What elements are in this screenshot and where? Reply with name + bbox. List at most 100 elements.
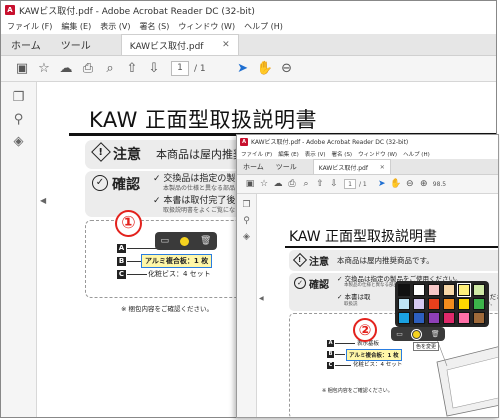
color-swatch[interactable] bbox=[413, 312, 425, 324]
menu-view[interactable]: 表示 (V) bbox=[305, 150, 326, 158]
panel-collapse-icon[interactable]: ◀ bbox=[40, 196, 46, 205]
color-swatch[interactable] bbox=[458, 312, 470, 324]
zoom-out-icon[interactable]: ⊖ bbox=[403, 179, 417, 189]
zoom-out-icon[interactable]: ⊖ bbox=[276, 61, 298, 76]
save-icon[interactable]: ▣ bbox=[11, 61, 33, 76]
bullet-2: ✓ 本書は取 bbox=[337, 291, 371, 301]
part-c-text: 化粧ビス：4 セット bbox=[353, 362, 403, 368]
color-picker-button[interactable] bbox=[180, 236, 190, 246]
color-swatch[interactable] bbox=[443, 284, 455, 296]
layers-icon[interactable]: ◈ bbox=[1, 134, 36, 149]
menu-window[interactable]: ウィンドウ (W) bbox=[178, 21, 235, 32]
trash-icon[interactable]: 🗑 bbox=[431, 330, 440, 338]
menu-file[interactable]: ファイル (F) bbox=[241, 150, 272, 158]
tab-home[interactable]: ホーム bbox=[237, 159, 270, 174]
page-number-input[interactable]: 1 bbox=[171, 61, 189, 76]
comment-icon[interactable]: ▭ bbox=[161, 236, 170, 246]
part-letter-a: A bbox=[117, 244, 126, 253]
color-swatch[interactable] bbox=[473, 298, 485, 310]
print-icon[interactable]: ⎙ bbox=[77, 61, 99, 76]
tab-document-label: KAWビス取付.pdf bbox=[129, 41, 204, 52]
color-swatch[interactable] bbox=[458, 298, 470, 310]
pdf-app-icon: A bbox=[240, 137, 248, 146]
navigation-panel: ❐ ⚲ ◈ bbox=[237, 194, 257, 417]
page-total: / 1 bbox=[194, 63, 206, 74]
doc-title: KAW 正面型取扱説明書 bbox=[89, 108, 318, 132]
page-up-icon[interactable]: ⇧ bbox=[313, 179, 327, 189]
color-swatch[interactable] bbox=[473, 312, 485, 324]
menu-sign[interactable]: 署名 (S) bbox=[140, 21, 170, 32]
menu-view[interactable]: 表示 (V) bbox=[100, 21, 130, 32]
menu-sign[interactable]: 署名 (S) bbox=[332, 150, 353, 158]
color-swatch[interactable] bbox=[398, 312, 410, 324]
hand-tool-icon[interactable]: ✋ bbox=[254, 61, 276, 76]
attachment-icon[interactable]: ⚲ bbox=[1, 112, 36, 127]
comment-icon[interactable]: ▭ bbox=[396, 330, 403, 338]
page-thumbnails-icon[interactable]: ❐ bbox=[237, 200, 256, 210]
close-tab-icon[interactable]: ✕ bbox=[222, 40, 230, 50]
zoom-level[interactable]: 98.5 bbox=[433, 181, 446, 188]
bullet-mark: ✓ bbox=[337, 293, 345, 301]
menu-file[interactable]: ファイル (F) bbox=[7, 21, 52, 32]
page-up-icon[interactable]: ⇧ bbox=[121, 61, 143, 76]
bookmark-star-icon[interactable]: ☆ bbox=[33, 61, 55, 76]
color-swatch[interactable] bbox=[398, 298, 410, 310]
color-swatch[interactable] bbox=[443, 298, 455, 310]
color-swatch[interactable] bbox=[428, 284, 440, 296]
confirm-label: 確認 bbox=[112, 177, 140, 193]
title-rule bbox=[285, 246, 498, 248]
part-letter-b: B bbox=[117, 257, 126, 266]
leader-line-b bbox=[335, 354, 345, 355]
upload-cloud-icon[interactable]: ☁ bbox=[271, 179, 285, 189]
save-icon[interactable]: ▣ bbox=[243, 179, 257, 189]
color-swatch[interactable] bbox=[413, 284, 425, 296]
panel-collapse-icon[interactable]: ◀ bbox=[259, 295, 264, 302]
menu-help[interactable]: ヘルプ (H) bbox=[403, 150, 430, 158]
menu-window[interactable]: ウィンドウ (W) bbox=[358, 150, 397, 158]
color-swatch[interactable] bbox=[473, 284, 485, 296]
page-number-input[interactable]: 1 bbox=[344, 179, 356, 189]
color-swatch[interactable] bbox=[428, 312, 440, 324]
color-picker-button[interactable] bbox=[411, 328, 423, 340]
color-swatch[interactable] bbox=[457, 283, 471, 297]
attachment-icon[interactable]: ⚲ bbox=[237, 216, 256, 226]
menu-bar: ファイル (F) 編集 (E) 表示 (V) 署名 (S) ウィンドウ (W) … bbox=[1, 19, 496, 34]
hand-tool-icon[interactable]: ✋ bbox=[389, 179, 403, 189]
notice-text: 本商品は屋内推奨商品です。 bbox=[337, 256, 434, 265]
search-icon[interactable]: ⌕ bbox=[299, 179, 313, 189]
select-cursor-icon[interactable]: ➤ bbox=[232, 61, 254, 76]
part-letter-c: C bbox=[117, 270, 126, 279]
pdf-app-icon: A bbox=[5, 5, 15, 15]
select-cursor-icon[interactable]: ➤ bbox=[375, 179, 389, 189]
tab-home[interactable]: ホーム bbox=[1, 34, 51, 55]
close-tab-icon[interactable]: ✕ bbox=[380, 164, 385, 171]
annotation-popup-toolbar: ▭ 🗑 bbox=[155, 232, 217, 250]
color-swatch[interactable] bbox=[428, 298, 440, 310]
bookmark-star-icon[interactable]: ☆ bbox=[257, 179, 271, 189]
color-swatch[interactable] bbox=[443, 312, 455, 324]
part-letter-c: C bbox=[327, 362, 334, 369]
color-swatch[interactable] bbox=[398, 284, 410, 296]
page-thumbnails-icon[interactable]: ❐ bbox=[1, 90, 36, 105]
notice-text: 本商品は屋内推奨 bbox=[156, 148, 244, 161]
trash-icon[interactable]: 🗑 bbox=[200, 236, 211, 246]
tab-tools[interactable]: ツール bbox=[270, 159, 303, 174]
tab-tools[interactable]: ツール bbox=[51, 34, 101, 55]
zoom-in-icon[interactable]: ⊕ bbox=[417, 179, 431, 189]
search-icon[interactable]: ⌕ bbox=[99, 61, 121, 76]
menu-edit[interactable]: 編集 (E) bbox=[61, 21, 91, 32]
page-down-icon[interactable]: ⇩ bbox=[327, 179, 341, 189]
tab-document[interactable]: KAWビス取付.pdf ✕ bbox=[120, 34, 239, 55]
highlighted-text-annotation[interactable]: アルミ複合板：1 枚 bbox=[141, 254, 213, 268]
upload-cloud-icon[interactable]: ☁ bbox=[55, 61, 77, 76]
print-icon[interactable]: ⎙ bbox=[285, 179, 299, 189]
page-down-icon[interactable]: ⇩ bbox=[143, 61, 165, 76]
menu-help[interactable]: ヘルプ (H) bbox=[244, 21, 283, 32]
bullet-mark: ✓ bbox=[153, 174, 164, 184]
tab-document[interactable]: KAWビス取付.pdf ✕ bbox=[312, 159, 391, 174]
color-swatch[interactable] bbox=[413, 298, 425, 310]
page-navigator: 1 / 1 bbox=[344, 179, 367, 189]
layers-icon[interactable]: ◈ bbox=[237, 232, 256, 242]
window-title: KAWビス取付.pdf - Adobe Acrobat Reader DC (3… bbox=[251, 139, 409, 146]
menu-edit[interactable]: 編集 (E) bbox=[278, 150, 299, 158]
